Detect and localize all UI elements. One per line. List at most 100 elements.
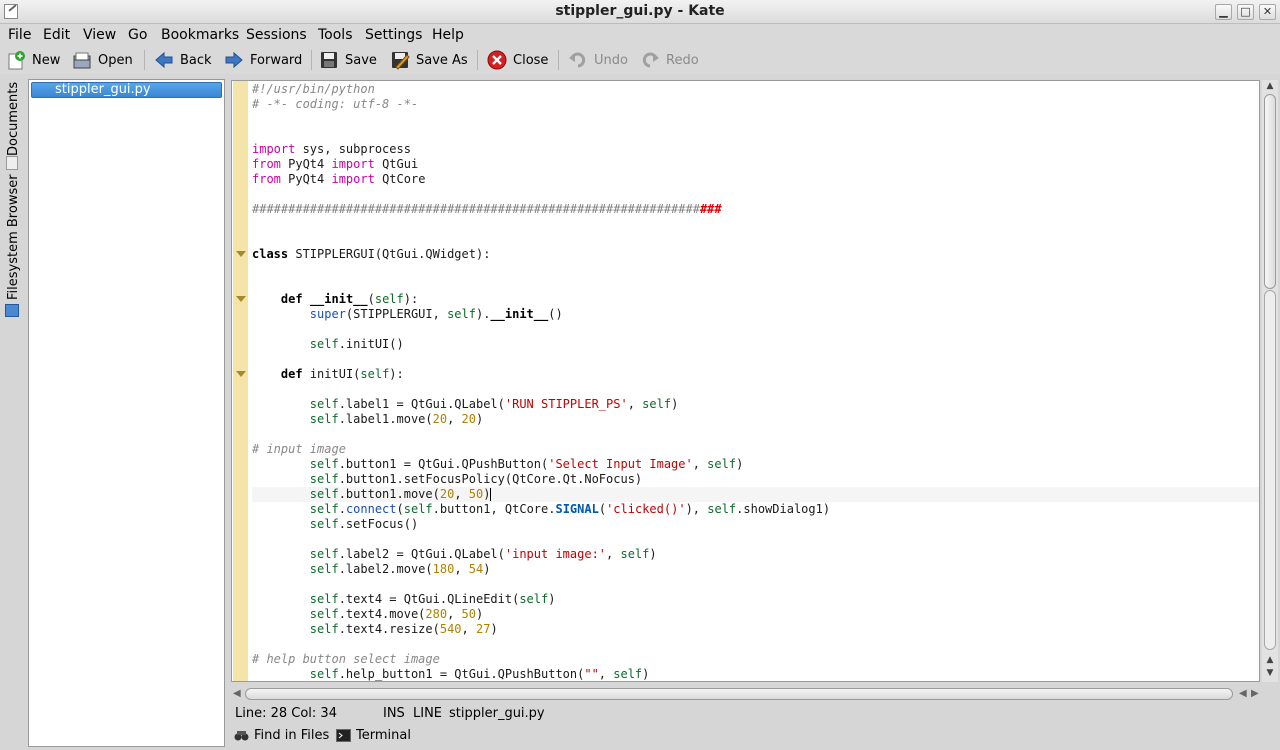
code-line[interactable]	[252, 127, 1259, 142]
side-tab-bar: Documents Filesystem Browser	[0, 78, 24, 748]
scroll-right-icon[interactable]: ▶	[1251, 688, 1259, 699]
current-code-line[interactable]: self.button1.move(20, 50)	[252, 487, 1259, 502]
code-line[interactable]: import sys, subprocess	[252, 142, 1259, 157]
code-line[interactable]: self.initUI()	[252, 337, 1259, 352]
open-button[interactable]: Open	[72, 49, 133, 71]
code-line[interactable]: self.label2 = QtGui.QLabel('input image:…	[252, 547, 1259, 562]
vertical-scroll-thumb[interactable]	[1264, 94, 1276, 289]
menu-settings[interactable]: Settings	[365, 27, 422, 43]
back-button-label: Back	[180, 52, 212, 68]
code-line[interactable]	[252, 352, 1259, 367]
insert-mode[interactable]: INS	[383, 706, 405, 721]
save-as-button-label: Save As	[416, 52, 468, 68]
undo-icon	[568, 50, 588, 70]
selection-mode[interactable]: LINE	[413, 706, 442, 721]
menu-bookmarks[interactable]: Bookmarks	[161, 27, 239, 43]
code-line[interactable]	[252, 577, 1259, 592]
undo-button[interactable]: Undo	[568, 49, 628, 71]
code-line[interactable]: def __init__(self):	[252, 292, 1259, 307]
tab-find-in-files-label: Find in Files	[254, 728, 330, 743]
menu-tools[interactable]: Tools	[318, 27, 353, 43]
filesystem-icon	[5, 304, 19, 317]
code-line[interactable]: self.button1.setFocusPolicy(QtCore.Qt.No…	[252, 472, 1259, 487]
fold-marker-icon[interactable]	[236, 251, 246, 257]
cursor-position: Line: 28 Col: 34	[235, 706, 337, 721]
new-button-label: New	[32, 52, 61, 68]
code-line[interactable]: # -*- coding: utf-8 -*-	[252, 97, 1259, 112]
undo-button-label: Undo	[594, 52, 628, 68]
tab-find-in-files[interactable]: Find in Files	[234, 728, 329, 743]
save-button[interactable]: Save	[319, 49, 377, 71]
code-line[interactable]	[252, 232, 1259, 247]
vertical-scrollbar[interactable]: ▲ ▲ ▼	[1262, 80, 1278, 682]
code-line[interactable]: self.help_button1 = QtGui.QPushButton(""…	[252, 667, 1259, 681]
code-line[interactable]: # help button select image	[252, 652, 1259, 667]
code-line[interactable]	[252, 262, 1259, 277]
code-line[interactable]: from PyQt4 import QtGui	[252, 157, 1259, 172]
code-line[interactable]	[252, 322, 1259, 337]
document-item[interactable]: stippler_gui.py	[31, 82, 222, 98]
code-line[interactable]: self.text4 = QtGui.QLineEdit(self)	[252, 592, 1259, 607]
back-button[interactable]: Back	[154, 49, 212, 71]
vertical-scroll-track[interactable]	[1264, 290, 1276, 650]
code-line[interactable]: def initUI(self):	[252, 367, 1259, 382]
code-editor[interactable]: #!/usr/bin/python # -*- coding: utf-8 -*-…	[231, 80, 1260, 682]
code-line[interactable]: super(STIPPLERGUI, self).__init__()	[252, 307, 1259, 322]
code-line[interactable]	[252, 532, 1259, 547]
title-bar: stippler_gui.py - Kate ▁ □ ✕	[0, 0, 1280, 24]
horizontal-scroll-thumb[interactable]	[245, 688, 1233, 700]
minimize-button[interactable]: ▁	[1215, 4, 1232, 20]
scroll-down-icon[interactable]: ▼	[1264, 668, 1276, 678]
code-line[interactable]: self.button1 = QtGui.QPushButton('Select…	[252, 457, 1259, 472]
save-as-button[interactable]: Save As	[390, 49, 468, 71]
code-line[interactable]: self.text4.resize(540, 27)	[252, 622, 1259, 637]
code-line[interactable]	[252, 187, 1259, 202]
terminal-icon	[336, 729, 351, 742]
maximize-button[interactable]: □	[1237, 4, 1254, 20]
toolbar-separator	[311, 50, 312, 70]
tab-terminal[interactable]: Terminal	[336, 728, 411, 743]
code-line[interactable]	[252, 217, 1259, 232]
close-button-label: Close	[513, 52, 549, 68]
scroll-left-icon[interactable]: ◀	[1239, 688, 1247, 699]
code-line[interactable]: self.connect(self.button1, QtCore.SIGNAL…	[252, 502, 1259, 517]
menu-go[interactable]: Go	[128, 27, 147, 43]
menu-file[interactable]: File	[8, 27, 31, 43]
code-line[interactable]: self.label1 = QtGui.QLabel('RUN STIPPLER…	[252, 397, 1259, 412]
code-line[interactable]: #!/usr/bin/python	[252, 82, 1259, 97]
back-arrow-icon	[154, 50, 174, 70]
menu-edit[interactable]: Edit	[43, 27, 70, 43]
code-line[interactable]	[252, 112, 1259, 127]
redo-button[interactable]: Redo	[640, 49, 699, 71]
close-window-button[interactable]: ✕	[1259, 4, 1276, 20]
code-line[interactable]: ########################################…	[252, 202, 1259, 217]
code-line[interactable]: # input image	[252, 442, 1259, 457]
scroll-left-icon[interactable]: ◀	[233, 688, 241, 699]
fold-marker-icon[interactable]	[236, 296, 246, 302]
horizontal-scrollbar[interactable]: ◀ ◀ ▶	[231, 686, 1261, 702]
scroll-up-icon[interactable]: ▲	[1264, 655, 1276, 665]
forward-button[interactable]: Forward	[224, 49, 302, 71]
code-line[interactable]	[252, 637, 1259, 652]
documents-panel: stippler_gui.py	[28, 79, 225, 747]
code-line[interactable]: self.setFocus()	[252, 517, 1259, 532]
code-line[interactable]: from PyQt4 import QtCore	[252, 172, 1259, 187]
scroll-up-icon[interactable]: ▲	[1264, 81, 1276, 91]
menu-bar: File Edit View Go Bookmarks Sessions Too…	[0, 24, 1280, 46]
close-button[interactable]: Close	[487, 49, 548, 71]
code-line[interactable]: self.label2.move(180, 54)	[252, 562, 1259, 577]
menu-help[interactable]: Help	[432, 27, 464, 43]
code-line[interactable]: self.label1.move(20, 20)	[252, 412, 1259, 427]
icon-border	[233, 81, 248, 681]
code-line[interactable]: class STIPPLERGUI(QtGui.QWidget):	[252, 247, 1259, 262]
tab-filesystem-label: Filesystem Browser	[6, 174, 21, 300]
code-line[interactable]	[252, 427, 1259, 442]
new-button[interactable]: New	[6, 49, 60, 71]
tab-filesystem-browser[interactable]: Filesystem Browser	[2, 174, 22, 302]
code-line[interactable]	[252, 382, 1259, 397]
code-line[interactable]: self.text4.move(280, 50)	[252, 607, 1259, 622]
menu-view[interactable]: View	[83, 27, 116, 43]
menu-sessions[interactable]: Sessions	[246, 27, 307, 43]
code-line[interactable]	[252, 277, 1259, 292]
fold-marker-icon[interactable]	[236, 371, 246, 377]
